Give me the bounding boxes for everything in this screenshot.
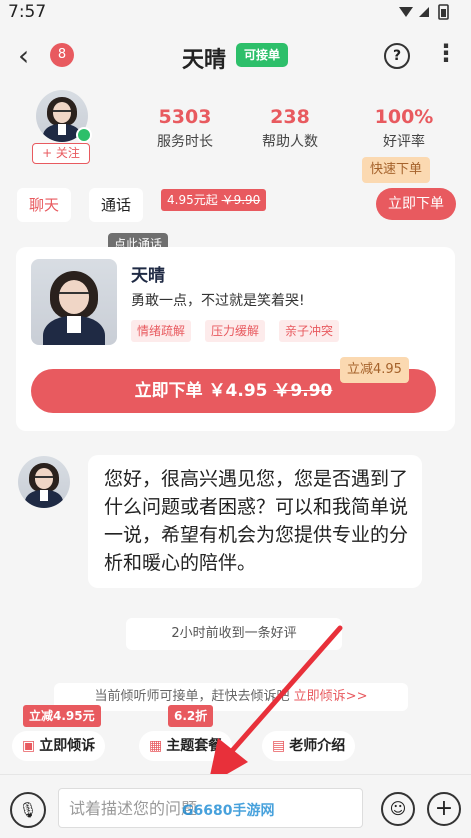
tab-chat[interactable]: 聊天 (17, 188, 72, 222)
card-photo (31, 259, 117, 345)
follow-button[interactable]: + 关注 (32, 143, 90, 164)
stat-service-hours-label: 服务时长 (157, 134, 213, 150)
online-indicator (76, 127, 92, 143)
mic-icon[interactable]: 🎙 (10, 792, 46, 828)
page-title: 天晴 (182, 48, 227, 73)
emoji-icon[interactable]: ☺ (381, 792, 415, 826)
chat-icon: ▣ (22, 738, 36, 754)
quick-buy-button[interactable]: 立即下单 (376, 188, 456, 220)
signal-wifi-battery-icon (399, 4, 449, 20)
back-icon[interactable]: ‹ (18, 42, 29, 70)
status-badge: 可接单 (236, 43, 289, 67)
message-text: 您好，很高兴遇见您，您是否遇到了什么问题或者困惑？可以和我简单说一说，希望有机会… (104, 468, 409, 574)
message-avatar (18, 456, 70, 508)
watermark-logo: G6680手游网 (182, 803, 275, 819)
call-old-price: ￥9.90 (221, 193, 261, 207)
tab-call[interactable]: 通话 (89, 188, 144, 222)
more-icon[interactable]: ⋮ (434, 38, 458, 68)
stat-rating-label: 好评率 (383, 134, 425, 150)
buy-now-old-price: ￥9.90 (273, 381, 333, 401)
quick-talk-label: 立即倾诉 (39, 738, 96, 754)
plus-icon[interactable]: + (427, 792, 461, 826)
stat-rating: 100% (374, 106, 434, 128)
fast-order-tip: 快速下单 (362, 157, 431, 183)
card-name: 天晴 (131, 266, 165, 286)
tag-stress: 压力缓解 (205, 320, 266, 342)
tag-parenting: 亲子冲突 (279, 320, 340, 342)
stat-service-hours: 5303 (158, 106, 212, 128)
status-icons (397, 3, 457, 25)
arrow-annotation (208, 625, 343, 785)
quick-talk-button[interactable]: ▣ 立即倾诉 (12, 731, 106, 761)
help-icon[interactable]: ? (384, 43, 410, 69)
status-time: 7:57 (8, 2, 47, 22)
stat-helped: 238 (270, 106, 310, 128)
quick-tag-discount: 立减4.95元 (23, 705, 101, 727)
tag-emotion: 情绪疏解 (131, 320, 192, 342)
stat-helped-label: 帮助人数 (262, 134, 318, 150)
status-bar: 7:57 (0, 0, 471, 26)
top-bar: ‹ 8 天晴 可接单 ? ⋮ (0, 26, 471, 86)
buy-now-label: 立即下单 ￥4.95 (134, 381, 268, 401)
grid-icon: ▦ (149, 738, 163, 754)
discount-tip: 立减4.95 (340, 357, 409, 383)
card-motto: 勇敢一点，不过就是笑着哭! (131, 293, 305, 309)
unread-count-badge: 8 (50, 43, 74, 67)
call-price: 4.95元起 (167, 193, 218, 207)
call-price-tag: 4.95元起 ￥9.90 (161, 189, 267, 211)
